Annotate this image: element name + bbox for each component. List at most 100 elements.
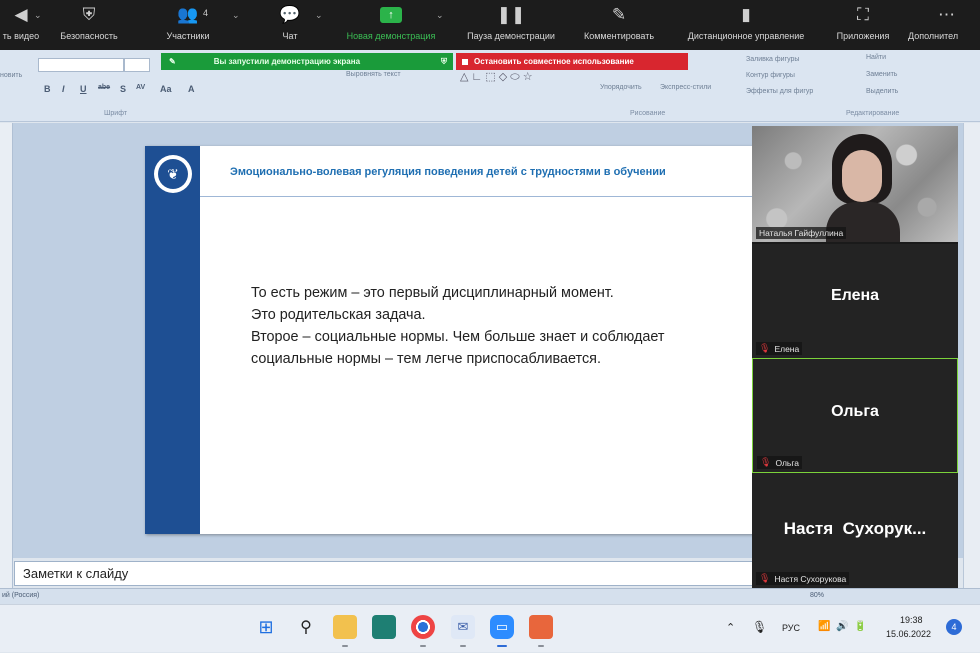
slide-canvas[interactable]: ❦ Эмоционально-волевая регуляция поведен… bbox=[145, 146, 755, 534]
zoom-meeting-toolbar: ◀ ть видео ⌄ ⛨ Безопасность 👥 Участники … bbox=[0, 0, 980, 50]
zoom-icon[interactable]: ▭ bbox=[490, 615, 514, 639]
microphone-icon[interactable]: 🎙 bbox=[752, 620, 767, 634]
chrome-icon[interactable] bbox=[411, 615, 435, 639]
slide-left-band: ❦ bbox=[145, 146, 200, 534]
sharing-status-text: Вы запустили демонстрацию экрана bbox=[213, 57, 361, 66]
muted-mic-icon: 🎙 bbox=[759, 573, 771, 583]
emblem-icon: ❦ bbox=[158, 159, 188, 189]
chat-button[interactable]: 💬 Чат bbox=[272, 0, 308, 50]
shapes-gallery[interactable]: △ ∟ ⬚ ◇ ⬭ ☆ bbox=[460, 70, 533, 84]
italic-button[interactable]: I bbox=[62, 84, 65, 94]
participant-display-name: Настя Сухорук... bbox=[783, 519, 927, 538]
participant-tile-elena[interactable]: Елена 🎙 Елена bbox=[752, 244, 958, 358]
vertical-scrollbar[interactable] bbox=[963, 123, 980, 593]
shadow-button[interactable]: S bbox=[120, 84, 126, 94]
font-size-field[interactable] bbox=[124, 58, 150, 72]
photos-icon[interactable]: ✉ bbox=[451, 615, 475, 639]
video-options-caret[interactable]: ⌄ bbox=[34, 10, 42, 21]
pause-share-button[interactable]: ❚❚ Пауза демонстрации bbox=[457, 0, 565, 50]
video-button[interactable]: ◀ ть видео bbox=[0, 0, 44, 50]
arrange-button[interactable]: Упорядочить bbox=[600, 84, 642, 91]
clock-date[interactable]: 15.06.2022 bbox=[886, 629, 931, 639]
wifi-icon[interactable]: 📶 bbox=[818, 621, 830, 632]
find-button[interactable]: Найти bbox=[866, 54, 886, 61]
participant-name: Елена bbox=[774, 343, 800, 354]
font-group-label: Шрифт bbox=[104, 110, 128, 117]
slide-text-line: Это родительская задача. bbox=[251, 307, 426, 323]
more-button[interactable]: ⋯ Дополнител bbox=[908, 0, 980, 50]
bold-button[interactable]: B bbox=[44, 84, 51, 94]
drawing-group-label: Рисование bbox=[630, 110, 666, 117]
running-indicator bbox=[538, 645, 544, 647]
battery-icon[interactable]: 🔋 bbox=[854, 621, 866, 632]
shape-outline-button[interactable]: Контур фигуры bbox=[746, 72, 795, 79]
shape-fill-button[interactable]: Заливка фигуры bbox=[746, 56, 799, 63]
slide-thumbnails-collapsed[interactable] bbox=[0, 123, 13, 593]
share-options-caret[interactable]: ⌄ bbox=[436, 10, 444, 21]
shape-effects-button[interactable]: Эффекты для фигур bbox=[746, 88, 813, 95]
security-button[interactable]: ⛨ Безопасность bbox=[52, 0, 126, 50]
pencil-icon: ✎ bbox=[169, 57, 176, 66]
stop-square-icon bbox=[462, 58, 468, 65]
university-logo: ❦ bbox=[154, 155, 192, 193]
replace-button[interactable]: Заменить bbox=[866, 71, 897, 78]
annotate-button[interactable]: ✎ Комментировать bbox=[574, 0, 664, 50]
shield-icon: ⛨ bbox=[441, 56, 447, 66]
participant-display-name: Ольга bbox=[831, 403, 879, 420]
running-indicator bbox=[460, 645, 466, 647]
zoom-level[interactable]: 80% bbox=[810, 592, 824, 599]
shield-icon: ⛨ bbox=[82, 5, 96, 24]
participants-options-caret[interactable]: ⌄ bbox=[232, 10, 240, 21]
language-indicator: ий (Россия) bbox=[2, 592, 40, 599]
participant-tile-nastya[interactable]: Настя Сухорук... 🎙 Настя Сухорукова bbox=[752, 473, 958, 588]
input-language[interactable]: РУС bbox=[782, 623, 800, 633]
running-indicator bbox=[342, 645, 348, 647]
file-explorer-icon[interactable] bbox=[333, 615, 357, 639]
apps-button[interactable]: ⛶ Приложения bbox=[830, 0, 896, 50]
font-color-button[interactable]: A bbox=[188, 84, 195, 94]
search-icon[interactable]: ⚲ bbox=[294, 615, 318, 639]
new-share-button[interactable]: ↑ Новая демонстрация bbox=[336, 0, 446, 50]
quick-styles-button[interactable]: Экспресс-стили bbox=[660, 84, 711, 91]
notification-badge[interactable]: 4 bbox=[946, 619, 962, 635]
participant-tile-video[interactable]: Наталья Гайфуллина bbox=[752, 126, 958, 242]
muted-mic-icon: 🎙 bbox=[760, 457, 772, 467]
video-camera-icon: ◀ bbox=[14, 5, 28, 24]
notepad-icon[interactable] bbox=[372, 615, 396, 639]
select-button[interactable]: Выделить bbox=[866, 88, 898, 95]
ribbon-left-label: новить bbox=[0, 72, 23, 79]
stop-share-button[interactable]: Остановить совместное использование bbox=[456, 53, 688, 70]
slide-notes-field[interactable]: Заметки к слайду bbox=[14, 561, 756, 586]
volume-icon[interactable]: 🔊 bbox=[836, 621, 848, 632]
remote-control-button[interactable]: ▮ Дистанционное управление bbox=[673, 0, 819, 50]
status-bar: ий (Россия) 80% bbox=[0, 588, 980, 604]
pen-icon: ✎ bbox=[611, 5, 627, 24]
sharing-status-banner: ✎ Вы запустили демонстрацию экрана ⛨ bbox=[161, 53, 453, 70]
change-case-button[interactable]: Aa bbox=[160, 84, 172, 94]
participant-display-name: Елена bbox=[830, 287, 880, 304]
stop-share-label: Остановить совместное использование bbox=[474, 57, 634, 66]
running-indicator bbox=[420, 645, 426, 647]
muted-mic-icon: 🎙 bbox=[759, 343, 771, 353]
strikethrough-button[interactable]: abe bbox=[98, 84, 110, 91]
underline-button[interactable]: U bbox=[80, 84, 87, 94]
participants-video-panel: Наталья Гайфуллина Елена 🎙 Елена Ольга 🎙… bbox=[752, 126, 958, 588]
participant-name: Ольга bbox=[775, 457, 799, 468]
participants-icon: 👥 bbox=[177, 5, 199, 24]
title-divider bbox=[200, 196, 755, 197]
clock-time[interactable]: 19:38 bbox=[900, 615, 923, 625]
windows-start-icon[interactable]: ⊞ bbox=[254, 615, 278, 639]
participants-button[interactable]: 👥 Участники bbox=[156, 0, 220, 50]
powerpoint-icon[interactable] bbox=[529, 615, 553, 639]
font-name-field[interactable] bbox=[38, 58, 124, 72]
participant-name-label: 🎙 Настя Сухорукова bbox=[756, 572, 850, 585]
char-spacing-button[interactable]: AV bbox=[136, 84, 145, 91]
chevron-up-icon[interactable]: ⌃ bbox=[726, 621, 735, 634]
chat-options-caret[interactable]: ⌄ bbox=[315, 10, 323, 21]
participant-tile-olga[interactable]: Ольга 🎙 Ольга bbox=[752, 358, 958, 473]
participant-face bbox=[842, 150, 882, 202]
slide-body-text[interactable]: То есть режим – это первый дисциплинарны… bbox=[251, 282, 771, 370]
participant-name: Настя Сухорукова bbox=[774, 573, 847, 584]
align-text-button[interactable]: Выровнять текст bbox=[346, 71, 401, 78]
chat-icon: 💬 bbox=[279, 5, 301, 24]
